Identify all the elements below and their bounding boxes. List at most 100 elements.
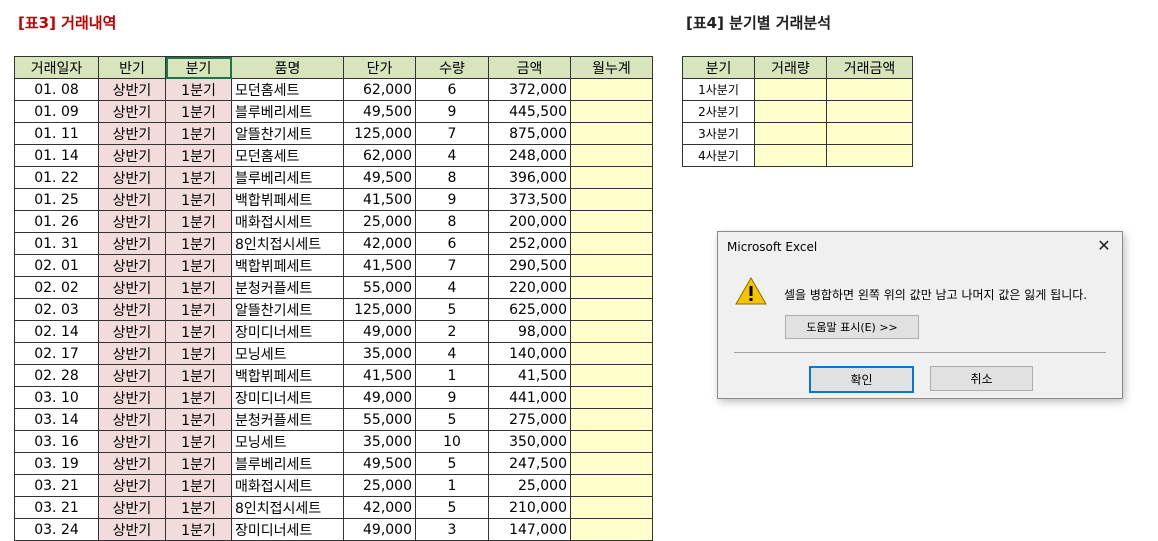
cell-qty[interactable]: 8 <box>415 166 489 189</box>
cell-half[interactable]: 상반기 <box>98 122 166 145</box>
cell-date[interactable]: 01. 14 <box>14 144 99 167</box>
cell-quarter[interactable]: 1분기 <box>165 496 232 519</box>
cell-qty[interactable]: 3 <box>415 518 489 541</box>
cell-monthly-total[interactable] <box>570 210 653 233</box>
cell-item[interactable]: 블루베리세트 <box>231 100 344 123</box>
cell-quarter[interactable]: 1분기 <box>165 386 232 409</box>
cell-half[interactable]: 상반기 <box>98 232 166 255</box>
cell-quarter[interactable]: 1분기 <box>165 474 232 497</box>
cell-half[interactable]: 상반기 <box>98 144 166 167</box>
cell-monthly-total[interactable] <box>570 320 653 343</box>
cell-item[interactable]: 분청커플세트 <box>231 408 344 431</box>
cell-date[interactable]: 01. 08 <box>14 78 99 101</box>
cell-item[interactable]: 장미디너세트 <box>231 386 344 409</box>
cell-quarter[interactable]: 1분기 <box>165 298 232 321</box>
cell-date[interactable]: 02. 14 <box>14 320 99 343</box>
cell-item[interactable]: 8인치접시세트 <box>231 232 344 255</box>
cell-monthly-total[interactable] <box>570 364 653 387</box>
cell-half[interactable]: 상반기 <box>98 518 166 541</box>
header-date[interactable]: 거래일자 <box>14 56 99 79</box>
cell-item[interactable]: 매화접시세트 <box>231 474 344 497</box>
cell-half[interactable]: 상반기 <box>98 496 166 519</box>
cell-unit-price[interactable]: 55,000 <box>343 408 416 431</box>
cell-date[interactable]: 03. 14 <box>14 408 99 431</box>
cell-item[interactable]: 장미디너세트 <box>231 320 344 343</box>
cell-date[interactable]: 01. 09 <box>14 100 99 123</box>
cell-qty[interactable]: 6 <box>415 232 489 255</box>
cell-volume[interactable] <box>754 78 827 101</box>
cell-item[interactable]: 모던홈세트 <box>231 78 344 101</box>
cell-date[interactable]: 02. 03 <box>14 298 99 321</box>
cell-unit-price[interactable]: 49,000 <box>343 320 416 343</box>
cell-monthly-total[interactable] <box>570 100 653 123</box>
cell-quarter-label[interactable]: 4사분기 <box>682 144 755 167</box>
cell-quarter[interactable]: 1분기 <box>165 518 232 541</box>
cell-date[interactable]: 01. 22 <box>14 166 99 189</box>
cell-amount[interactable]: 372,000 <box>488 78 571 101</box>
cell-half[interactable]: 상반기 <box>98 100 166 123</box>
cell-volume[interactable] <box>754 122 827 145</box>
close-icon[interactable]: ✕ <box>1092 236 1116 256</box>
cell-amount[interactable]: 248,000 <box>488 144 571 167</box>
cell-date[interactable]: 03. 16 <box>14 430 99 453</box>
cell-date[interactable]: 03. 21 <box>14 474 99 497</box>
cell-unit-price[interactable]: 41,500 <box>343 188 416 211</box>
cell-qty[interactable]: 5 <box>415 298 489 321</box>
cell-unit-price[interactable]: 42,000 <box>343 232 416 255</box>
cell-quarter[interactable]: 1분기 <box>165 342 232 365</box>
cell-half[interactable]: 상반기 <box>98 166 166 189</box>
cell-qty[interactable]: 1 <box>415 474 489 497</box>
cell-quarter-label[interactable]: 3사분기 <box>682 122 755 145</box>
cell-unit-price[interactable]: 55,000 <box>343 276 416 299</box>
cell-amount[interactable]: 290,500 <box>488 254 571 277</box>
cell-item[interactable]: 백합뷔페세트 <box>231 364 344 387</box>
cell-date[interactable]: 03. 10 <box>14 386 99 409</box>
cell-amount[interactable]: 210,000 <box>488 496 571 519</box>
cell-monthly-total[interactable] <box>570 122 653 145</box>
cell-unit-price[interactable]: 42,000 <box>343 496 416 519</box>
cell-qty[interactable]: 4 <box>415 144 489 167</box>
cell-quarter[interactable]: 1분기 <box>165 408 232 431</box>
cell-date[interactable]: 02. 28 <box>14 364 99 387</box>
cell-unit-price[interactable]: 41,500 <box>343 364 416 387</box>
header-qty[interactable]: 수량 <box>415 56 489 79</box>
cell-date[interactable]: 01. 31 <box>14 232 99 255</box>
cell-quarter-label[interactable]: 2사분기 <box>682 100 755 123</box>
cell-quarter[interactable]: 1분기 <box>165 144 232 167</box>
cell-quarter[interactable]: 1분기 <box>165 122 232 145</box>
cell-volume[interactable] <box>754 144 827 167</box>
cell-quarter[interactable]: 1분기 <box>165 276 232 299</box>
cell-quarter[interactable]: 1분기 <box>165 430 232 453</box>
cell-monthly-total[interactable] <box>570 166 653 189</box>
cell-half[interactable]: 상반기 <box>98 320 166 343</box>
cell-date[interactable]: 02. 17 <box>14 342 99 365</box>
cell-half[interactable]: 상반기 <box>98 408 166 431</box>
cell-amount[interactable]: 247,500 <box>488 452 571 475</box>
cell-amount[interactable]: 140,000 <box>488 342 571 365</box>
cell-qty[interactable]: 7 <box>415 122 489 145</box>
cell-amount[interactable]: 25,000 <box>488 474 571 497</box>
cell-half[interactable]: 상반기 <box>98 254 166 277</box>
cell-unit-price[interactable]: 49,500 <box>343 100 416 123</box>
header-trade-amount[interactable]: 거래금액 <box>826 56 913 79</box>
cell-monthly-total[interactable] <box>570 408 653 431</box>
cell-unit-price[interactable]: 35,000 <box>343 430 416 453</box>
cell-qty[interactable]: 5 <box>415 496 489 519</box>
cell-half[interactable]: 상반기 <box>98 188 166 211</box>
cell-monthly-total[interactable] <box>570 232 653 255</box>
help-button[interactable]: 도움말 표시(E) >> <box>785 315 919 339</box>
cell-unit-price[interactable]: 49,000 <box>343 386 416 409</box>
cell-unit-price[interactable]: 49,000 <box>343 518 416 541</box>
header-amount[interactable]: 금액 <box>488 56 571 79</box>
cell-item[interactable]: 매화접시세트 <box>231 210 344 233</box>
header-half[interactable]: 반기 <box>98 56 166 79</box>
cell-item[interactable]: 백합뷔페세트 <box>231 254 344 277</box>
cell-monthly-total[interactable] <box>570 188 653 211</box>
cell-monthly-total[interactable] <box>570 276 653 299</box>
cell-qty[interactable]: 5 <box>415 452 489 475</box>
cell-item[interactable]: 블루베리세트 <box>231 166 344 189</box>
cell-quarter[interactable]: 1분기 <box>165 210 232 233</box>
cell-item[interactable]: 모닝세트 <box>231 342 344 365</box>
cell-quarter[interactable]: 1분기 <box>165 364 232 387</box>
cell-qty[interactable]: 6 <box>415 78 489 101</box>
